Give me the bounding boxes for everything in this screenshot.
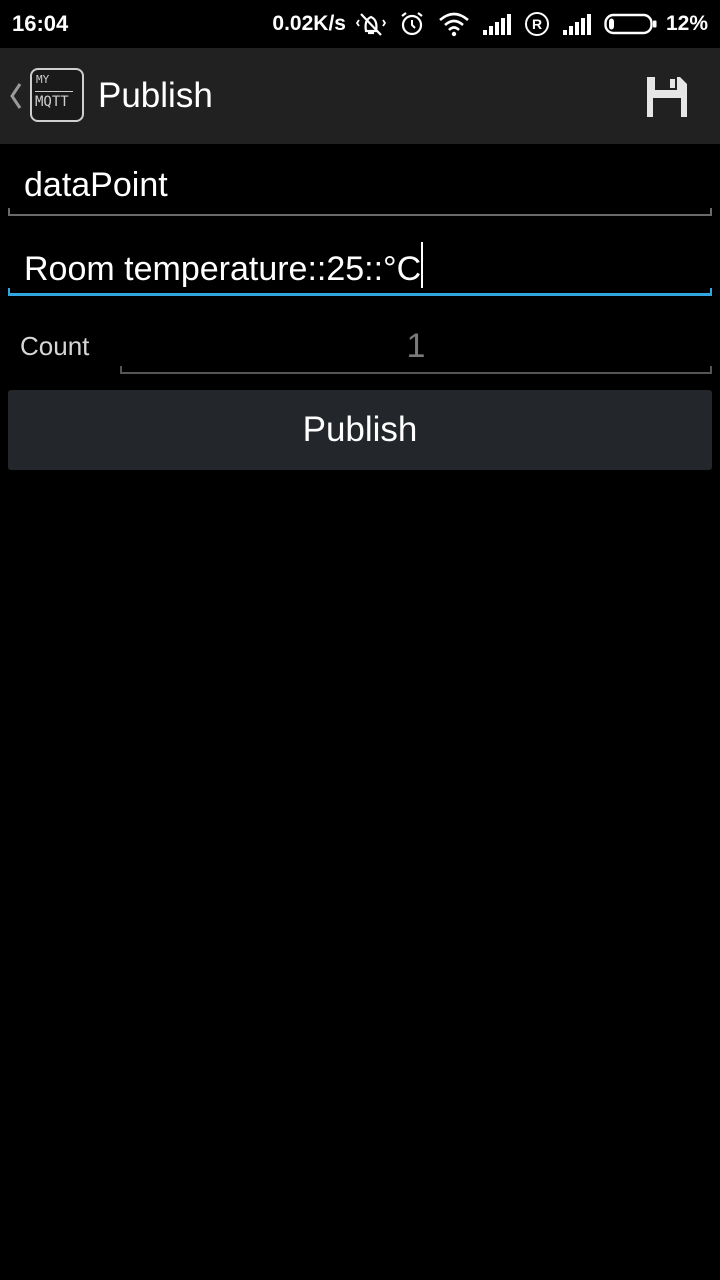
page-title: Publish <box>98 76 213 115</box>
topic-input-underline <box>8 208 712 216</box>
wifi-icon <box>438 11 470 37</box>
roaming-icon: R <box>524 11 550 37</box>
status-time: 16:04 <box>12 11 69 36</box>
count-input-value: 1 <box>406 327 426 365</box>
status-bar: 16:04 0.02K/s R 12% <box>0 0 720 48</box>
app-logo-text-bottom: MQTT <box>35 94 69 110</box>
action-bar: MY MQTT Publish <box>0 48 720 144</box>
network-speed: 0.02K/s <box>272 12 346 35</box>
topic-input[interactable]: dataPoint <box>8 154 712 216</box>
vibrate-icon <box>355 10 386 38</box>
payload-input-value: Room temperature::25::°C <box>24 250 422 288</box>
app-logo: MY MQTT <box>30 68 84 122</box>
up-navigation-button[interactable]: MY MQTT Publish <box>0 48 300 144</box>
payload-input-underline <box>8 288 712 296</box>
alarm-icon <box>398 10 426 38</box>
count-input[interactable]: 1 <box>120 318 712 374</box>
signal-icon <box>562 12 592 36</box>
status-icons: 0.02K/s R 12% <box>272 8 708 40</box>
app-logo-text-top: MY <box>36 73 50 86</box>
battery-percent: 12% <box>665 12 708 35</box>
text-cursor <box>421 242 424 288</box>
topic-input-value: dataPoint <box>24 166 168 204</box>
count-input-underline <box>120 366 712 374</box>
payload-input-text: Room temperature::25::°C <box>24 242 424 290</box>
svg-text:R: R <box>532 16 542 32</box>
save-button[interactable] <box>644 74 690 120</box>
chevron-left-icon <box>8 82 24 115</box>
save-icon <box>644 77 690 124</box>
app-logo-divider <box>35 91 73 92</box>
publish-button[interactable]: Publish <box>8 390 712 470</box>
payload-input[interactable]: Room temperature::25::°C <box>8 232 712 296</box>
battery-icon <box>604 12 658 36</box>
count-label: Count <box>20 331 90 361</box>
signal-icon <box>482 12 512 36</box>
